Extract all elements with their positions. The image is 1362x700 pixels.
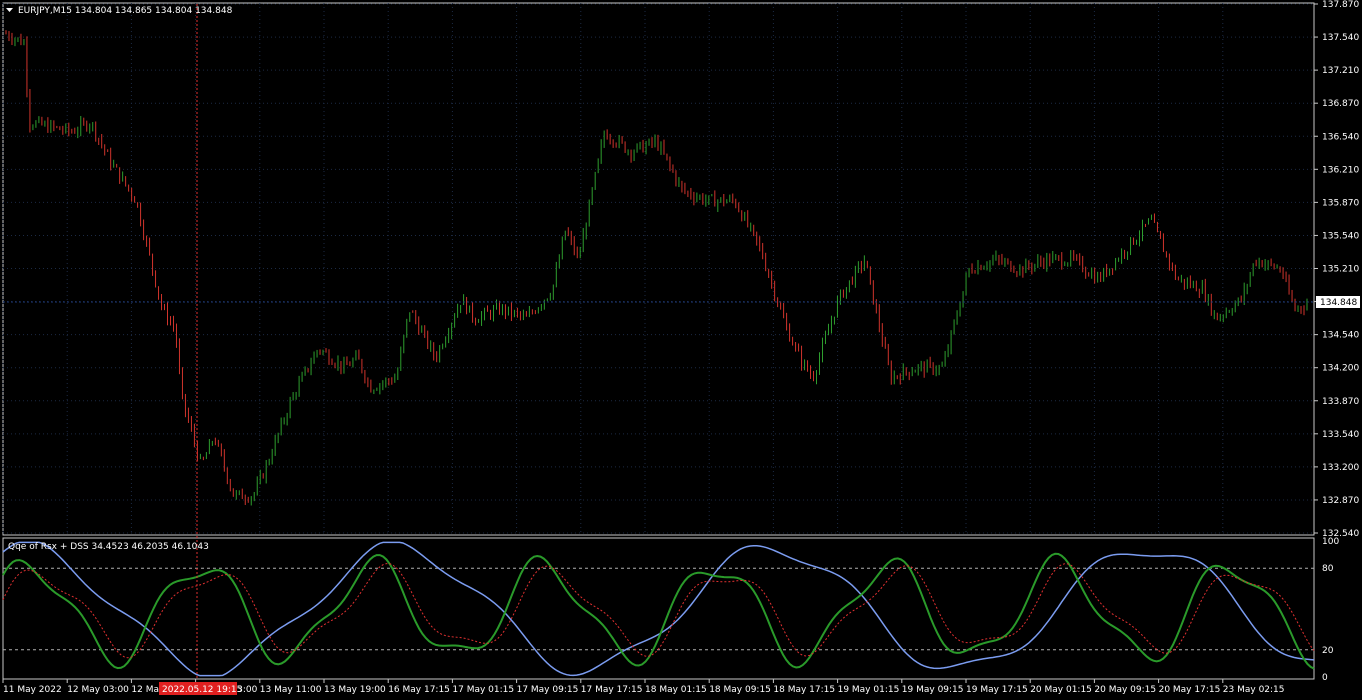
symbol-header: EURJPY,M15 134.804 134.865 134.804 134.8… — [18, 6, 233, 16]
time-axis-label: 17 May 01:15 — [452, 685, 514, 695]
price-axis-label: 132.870 — [1322, 496, 1359, 506]
price-axis-label: 134.200 — [1322, 364, 1359, 374]
indicator-frame[interactable] — [2, 537, 1315, 680]
time-axis-label: 20 May 17:15 — [1159, 685, 1221, 695]
qqe-fast-line — [2, 552, 1315, 670]
indicator-axis-label: 20 — [1322, 646, 1334, 656]
indicator-axis-label: 0 — [1322, 673, 1328, 683]
price-axis: 137.870 137.540 137.210 136.870 136.540 136.2… — [1314, 0, 1359, 539]
indicator-header: Qqe of Rsx + DSS 34.4523 46.2035 46.1043 — [8, 542, 209, 552]
svg-text:134.848: 134.848 — [1320, 298, 1357, 308]
price-axis-label: 135.870 — [1322, 198, 1359, 208]
price-axis-label: 134.540 — [1322, 331, 1359, 341]
price-axis-label: 135.540 — [1322, 231, 1359, 241]
time-axis-label: 18 May 01:15 — [645, 685, 707, 695]
qqe-slow-line — [2, 563, 1315, 659]
price-axis-label: 133.200 — [1322, 463, 1359, 473]
time-axis-label: 18 May 17:15 — [773, 685, 835, 695]
time-axis-label: 16 May 17:15 — [388, 685, 450, 695]
grid — [2, 3, 1314, 535]
indicator-axis: 100 80 20 0 — [1322, 537, 1339, 683]
chart-canvas[interactable]: 137.870 137.540 137.210 136.870 136.540 136.2… — [0, 0, 1362, 700]
time-axis-label: 19 May 09:15 — [902, 685, 964, 695]
price-axis-label: 136.540 — [1322, 132, 1359, 142]
time-axis-label: 18 May 09:15 — [709, 685, 771, 695]
time-axis-label: 13 May 11:00 — [260, 685, 322, 695]
time-axis-label: 17 May 17:15 — [581, 685, 643, 695]
time-axis-label: 19 May 17:15 — [966, 685, 1028, 695]
price-axis-label: 136.210 — [1322, 165, 1359, 175]
svg-text:2022.05.12 19:15: 2022.05.12 19:15 — [162, 685, 242, 695]
indicator-layer — [2, 541, 1315, 677]
time-axis-label: 12 May 03:00 — [67, 685, 129, 695]
price-axis-label: 133.540 — [1322, 430, 1359, 440]
price-axis-label: 133.870 — [1322, 397, 1359, 407]
time-axis-label: 13 May 19:00 — [324, 685, 386, 695]
time-axis-label: 20 May 09:15 — [1094, 685, 1156, 695]
dss-line — [2, 541, 1315, 677]
indicator-axis-label: 80 — [1322, 564, 1334, 574]
price-axis-label: 137.210 — [1322, 66, 1359, 76]
symbol-dropdown-icon[interactable] — [6, 8, 13, 12]
price-axis-label: 135.210 — [1322, 265, 1359, 275]
current-price-tag: 134.848 — [1316, 296, 1360, 308]
price-axis-label: 136.870 — [1322, 99, 1359, 109]
time-axis-label: 19 May 01:15 — [838, 685, 900, 695]
time-axis-label: 20 May 01:15 — [1030, 685, 1092, 695]
time-axis-label: 23 May 02:15 — [1223, 685, 1285, 695]
crosshair-time-tag: 2022.05.12 19:15 — [159, 682, 242, 695]
time-axis-label: 17 May 09:15 — [517, 685, 579, 695]
time-axis-label: 11 May 2022 — [3, 685, 62, 695]
price-axis-label: 137.540 — [1322, 33, 1359, 43]
indicator-axis-label: 100 — [1322, 537, 1339, 547]
price-axis-label: 137.870 — [1322, 0, 1359, 10]
